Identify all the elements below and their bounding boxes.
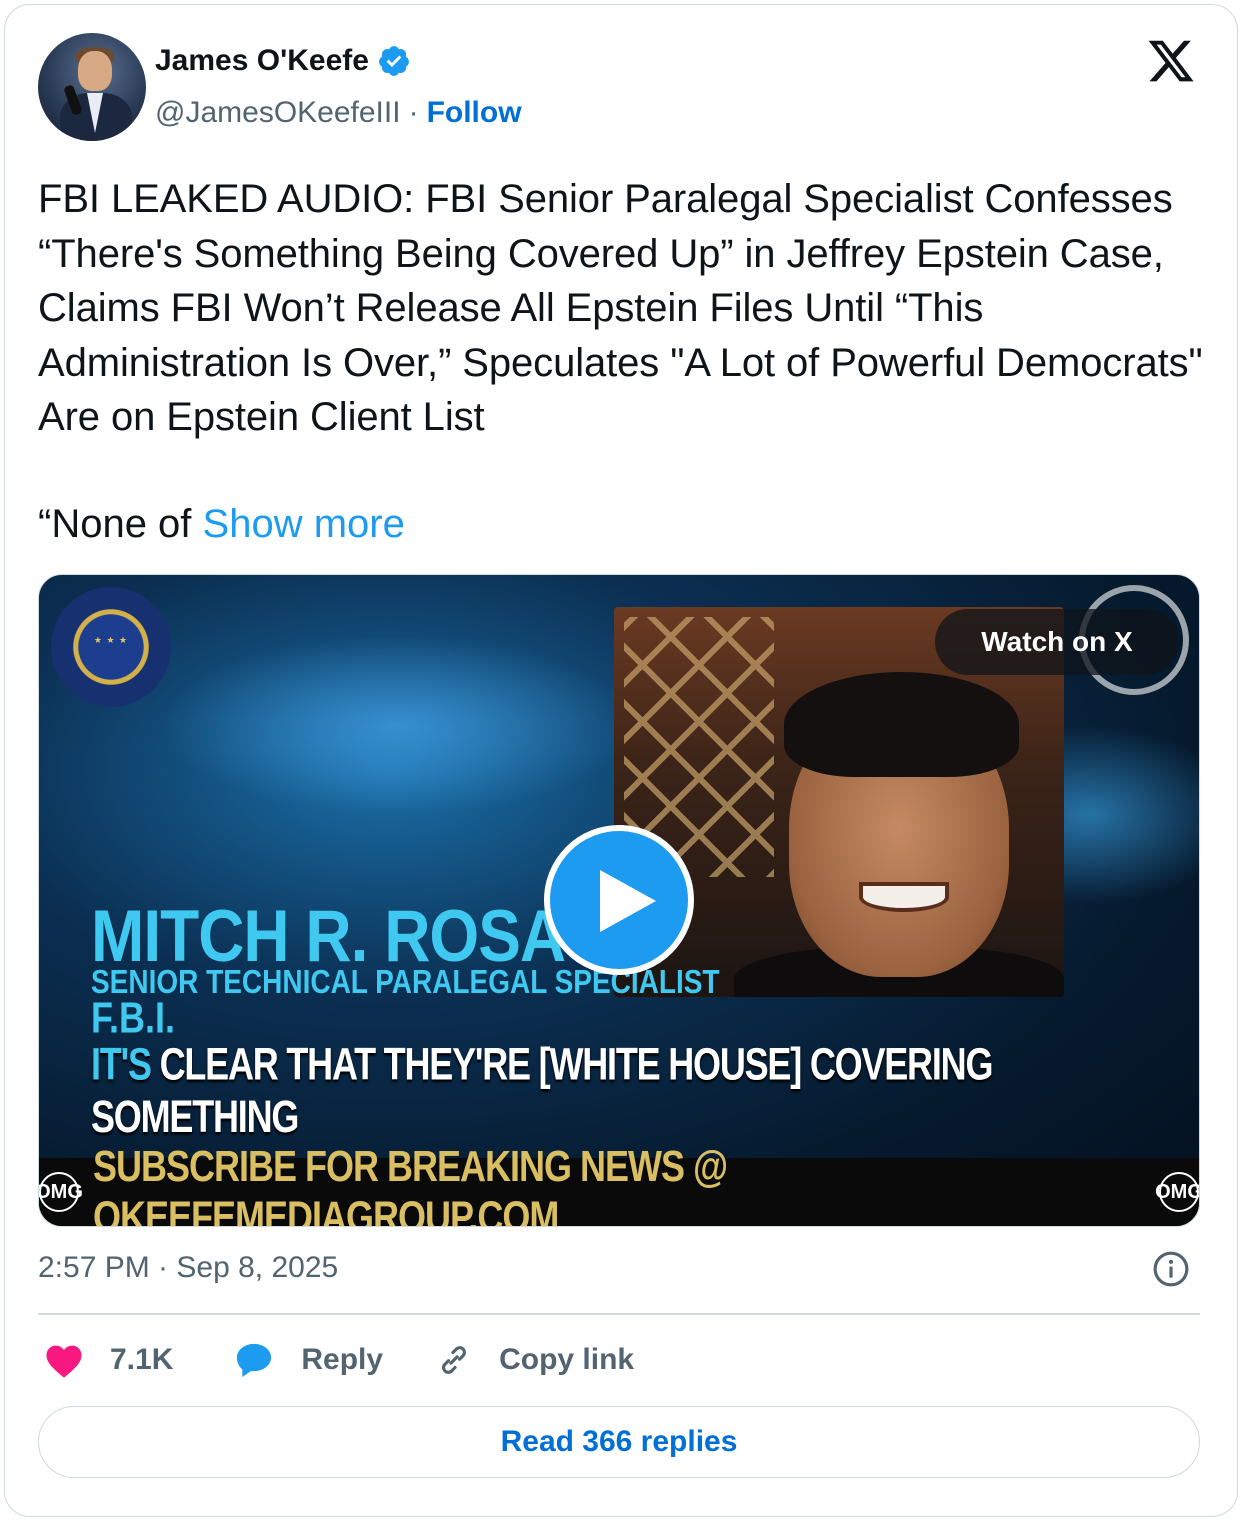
copy-link-label: Copy link	[499, 1343, 635, 1376]
divider	[38, 1313, 1200, 1315]
separator-dot: ·	[408, 96, 419, 129]
reply-label: Reply	[301, 1343, 384, 1376]
author-handle[interactable]: @JamesOKeefeIII	[155, 96, 401, 130]
link-icon	[442, 1346, 467, 1374]
like-count: 7.1K	[110, 1343, 174, 1376]
verified-badge-icon	[379, 46, 409, 76]
ticker-text: SUBSCRIBE FOR BREAKING NEWS @ OKEEFEMEDI…	[93, 1141, 728, 1227]
fbi-seal-mark: ★ ★ ★	[93, 635, 129, 645]
subject-org: F.B.I.	[91, 993, 176, 1043]
background-glow	[159, 635, 639, 815]
info-icon[interactable]	[1152, 1250, 1190, 1288]
heart-icon	[46, 1345, 82, 1378]
watch-on-x-button[interactable]: Watch on X	[935, 609, 1179, 675]
handle-row: @JamesOKeefeIII · Follow	[155, 96, 522, 130]
news-ticker: OMG SUBSCRIBE FOR BREAKING NEWS @ OKEEFE…	[39, 1142, 1199, 1226]
tweet-timestamp[interactable]: 2:57 PM · Sep 8, 2025	[38, 1251, 338, 1285]
author-name-row[interactable]: James O'Keefe	[155, 44, 411, 78]
video-media[interactable]: ★ ★ ★ Watch on X MITCH R. ROSAS SENIOR T…	[38, 574, 1200, 1227]
caption-text: CLEAR THAT THEY'RE [WHITE HOUSE] COVERIN…	[91, 1038, 993, 1142]
tweet-text: FBI LEAKED AUDIO: FBI Senior Paralegal S…	[38, 177, 1203, 439]
caption-prefix: IT'S	[91, 1038, 152, 1090]
reply-button[interactable]: Reply	[233, 1340, 383, 1380]
read-replies-button[interactable]: Read 366 replies	[38, 1406, 1200, 1478]
play-icon	[600, 870, 656, 932]
action-bar: 7.1K Reply Copy link	[44, 1340, 634, 1380]
reply-bubble-icon	[237, 1343, 272, 1377]
follow-button[interactable]: Follow	[427, 96, 522, 130]
tweet-continuation-text: “None of	[38, 502, 203, 546]
copy-link-button[interactable]: Copy link	[435, 1341, 634, 1379]
show-more-link[interactable]: Show more	[203, 502, 405, 546]
author-name[interactable]: James O'Keefe	[155, 44, 369, 78]
omg-badge-right: OMG	[1155, 1172, 1199, 1212]
video-caption: IT'S CLEAR THAT THEY'RE [WHITE HOUSE] CO…	[91, 1038, 1199, 1143]
x-logo-icon[interactable]	[1145, 36, 1197, 86]
tweet-continuation: “None of Show more	[38, 497, 405, 551]
like-button[interactable]: 7.1K	[44, 1341, 173, 1379]
avatar[interactable]	[38, 33, 146, 141]
omg-badge-left: OMG	[39, 1172, 83, 1212]
play-button[interactable]	[544, 825, 694, 975]
fbi-seal-logo: ★ ★ ★	[51, 587, 171, 707]
